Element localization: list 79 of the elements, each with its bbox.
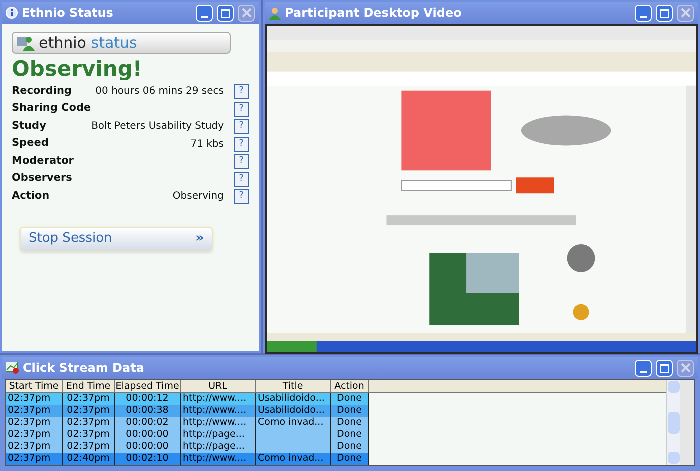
table-cell: 02:37pm [63, 417, 115, 429]
table-cell: http://www.... [181, 453, 256, 465]
minimize-button[interactable] [635, 360, 652, 376]
field-value: Observing [172, 190, 225, 204]
close-icon [242, 8, 252, 18]
table-cell: 00:00:12 [115, 393, 181, 405]
maximize-button[interactable] [217, 4, 234, 22]
table-cell: 02:37pm [6, 405, 63, 417]
table-cell: 02:37pm [6, 429, 63, 441]
table-cell: 00:00:00 [115, 441, 181, 453]
field-label: Study [12, 118, 48, 134]
scroll-down-button[interactable] [668, 452, 680, 464]
window-title: Participant Desktop Video [285, 7, 462, 19]
help-button[interactable]: ? [234, 189, 249, 204]
scrollbar[interactable] [666, 380, 680, 465]
table-cell: http://www.... [181, 405, 256, 417]
logo-text: ethnio status [39, 36, 138, 50]
table-cell: Done [331, 393, 369, 405]
field-label: Sharing Code [12, 101, 92, 116]
stop-session-button[interactable]: Stop Session » [20, 226, 213, 252]
table-cell: Como invad... [256, 417, 331, 429]
table-cell: 02:37pm [63, 429, 115, 441]
table-cell: 02:37pm [6, 393, 63, 405]
chart-icon [6, 362, 19, 374]
table-cell: 00:00:02 [115, 417, 181, 429]
table-cell: http://page... [181, 429, 256, 441]
minimize-button[interactable] [196, 4, 213, 22]
field-label: Speed [12, 136, 50, 152]
field-value: Bolt Peters Usability Study [92, 120, 226, 134]
field-value: 71 kbs [190, 138, 225, 152]
table-cell: http://page... [181, 441, 256, 453]
field-value: 00 hours 06 mins 29 secs [94, 85, 225, 100]
table-cell: Como invad... [256, 453, 331, 465]
table-cell: Done [331, 405, 369, 417]
table-cell: 02:37pm [63, 393, 115, 405]
table-cell: Usabilidoido... [256, 405, 331, 417]
person-icon [269, 6, 281, 20]
table-cell: 02:40pm [63, 453, 115, 465]
close-button[interactable] [238, 4, 255, 22]
table-cell: 02:37pm [6, 417, 63, 429]
window-title: Click Stream Data [23, 362, 144, 374]
table-cell: 00:02:10 [115, 453, 181, 465]
field-label: Moderator [12, 154, 75, 169]
field-label: Recording [12, 84, 73, 99]
field-label: Observers [12, 171, 74, 186]
table-cell: http://www.... [181, 393, 256, 405]
window-title: Ethnio Status [22, 7, 114, 19]
help-button[interactable]: ? [234, 172, 249, 187]
table-cell: 00:00:38 [115, 405, 181, 417]
close-icon [680, 8, 690, 18]
table-cell: Done [331, 429, 369, 441]
table-cell: 02:37pm [6, 441, 63, 453]
field-label: Action [12, 188, 51, 204]
table-cell: 00:00:00 [115, 429, 181, 441]
close-button[interactable] [677, 360, 694, 376]
table-cell: Usabilidoido... [256, 393, 331, 405]
table-cell: http://www.... [181, 417, 256, 429]
table-cell: Done [331, 453, 369, 465]
table-cell: Done [331, 417, 369, 429]
scroll-up-button[interactable] [668, 381, 680, 393]
people-icon [17, 35, 35, 51]
help-button[interactable]: ? [234, 102, 249, 117]
help-button[interactable]: ? [234, 136, 249, 152]
scroll-thumb[interactable] [668, 412, 680, 434]
help-button[interactable]: ? [234, 119, 249, 134]
table-cell: 02:37pm [63, 441, 115, 453]
close-button[interactable] [677, 4, 694, 22]
status-headline: Observing! [12, 56, 144, 83]
maximize-button[interactable] [656, 360, 673, 376]
table-cell: 02:37pm [6, 453, 63, 465]
close-icon [680, 363, 690, 373]
table-cell: Done [331, 441, 369, 453]
outer-scrollbar[interactable] [680, 380, 694, 465]
help-button[interactable]: ? [234, 154, 249, 170]
info-icon [6, 7, 18, 19]
minimize-button[interactable] [635, 4, 652, 22]
maximize-button[interactable] [656, 4, 673, 22]
table-cell: 02:37pm [63, 405, 115, 417]
help-button[interactable]: ? [234, 84, 249, 100]
